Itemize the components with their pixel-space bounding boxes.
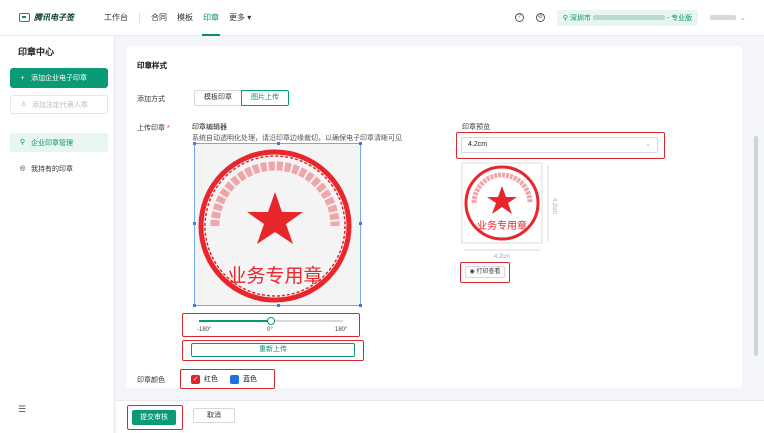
blue-label: 蓝色 [243, 376, 257, 383]
seal-form-card: 印章样式 添加方式 模板印章 图片上传 上传印章 * 印章编辑器 系统自动透明化… [126, 46, 742, 389]
blue-checkbox[interactable] [230, 374, 239, 384]
nav-contract[interactable]: 合同 [146, 0, 172, 36]
rotation-slider[interactable] [199, 317, 343, 325]
sidebar-item-my-seals[interactable]: ◎ 我持有的印章 [10, 159, 108, 178]
section-title: 印章样式 [137, 61, 167, 70]
main-content: 印章样式 添加方式 模板印章 图片上传 上传印章 * 印章编辑器 系统自动透明化… [116, 36, 764, 433]
upload-seal-label-text: 上传印章 [137, 125, 165, 132]
add-enterprise-seal-button[interactable]: + 添加企业电子印章 [10, 68, 108, 88]
rotation-slider-box: -180° 0° 180° [182, 313, 360, 337]
caret-down-icon: ▾ [247, 12, 252, 22]
scrollbar[interactable] [753, 36, 759, 391]
upload-seal-label: 上传印章 * [137, 123, 170, 133]
editor-title: 印章编辑器 [192, 124, 227, 131]
color-options-box: ✓ 红色 蓝色 [180, 369, 275, 389]
crop-handle[interactable] [277, 142, 280, 145]
crop-handle[interactable] [193, 304, 196, 307]
add-method-label: 添加方式 [137, 96, 165, 103]
reupload-box: 重新上传 [182, 340, 364, 361]
size-select-value: 4.2cm [468, 141, 488, 148]
slider-fill [199, 320, 271, 322]
add-enterprise-seal-label: 添加企业电子印章 [31, 75, 87, 82]
top-bar: 腾讯电子签 工作台 合同 模板 印章 更多 ▾ ? ⊘ ⚲ 深圳市 - 专业版 ⌄ [0, 0, 764, 36]
rotation-max-label: 180° [335, 327, 348, 333]
add-method-toggle: 模板印章 图片上传 [194, 90, 289, 106]
size-select[interactable]: 4.2cm ⌄ [461, 137, 658, 153]
user-name-redacted [710, 15, 737, 20]
seal-image: 业务专用章 [198, 149, 352, 303]
preview-title: 印章预览 [462, 124, 490, 131]
org-suffix: - 专业版 [666, 14, 693, 22]
org-icon: ⚲ [562, 14, 568, 22]
org-name-redacted [592, 15, 665, 20]
crop-handle[interactable] [359, 304, 362, 307]
compass-icon[interactable]: ⊘ [535, 13, 545, 22]
logo[interactable]: 腾讯电子签 [19, 12, 99, 23]
collapse-sidebar-icon[interactable]: ☰ [18, 404, 28, 415]
crop-handle[interactable] [359, 142, 362, 145]
user-menu[interactable]: ⌄ [710, 14, 746, 22]
submit-review-button[interactable]: 提交审核 [132, 410, 176, 425]
crop-handle[interactable] [193, 222, 196, 225]
footer-bar: 提交审核 取消 [116, 400, 764, 433]
print-preview-button[interactable]: ◉ 打印查看 [465, 266, 505, 278]
nav-divider [139, 12, 140, 23]
logo-text: 腾讯电子签 [34, 13, 74, 22]
crop-handle[interactable] [193, 142, 196, 145]
crop-handle[interactable] [277, 304, 280, 307]
sidebar-title: 印章中心 [18, 47, 55, 57]
preview-seal-text: 业务专用章 [477, 219, 527, 232]
main-nav: 工作台 合同 模板 印章 更多 ▾ [99, 0, 256, 36]
slider-knob[interactable] [267, 317, 275, 325]
cancel-button[interactable]: 取消 [193, 408, 235, 423]
plus-icon: + [20, 74, 25, 82]
chevron-down-icon: ⌄ [740, 14, 746, 22]
seal-color-label: 印章颜色 [137, 377, 165, 384]
sidebar-item-label: 我持有的印章 [31, 165, 73, 173]
nav-more-label: 更多 [229, 12, 245, 22]
editor-hint: 系统自动透明化处理，请沿印章边缘裁切，以确保电子印章清晰可见 [192, 135, 402, 142]
rotation-mid-label: 0° [267, 327, 273, 333]
print-label: 打印查看 [476, 269, 501, 275]
scrollbar-thumb[interactable] [754, 136, 758, 356]
eye-icon: ◉ [469, 269, 475, 275]
seal-editor-canvas[interactable]: 业务专用章 [193, 142, 362, 307]
template-seal-tab[interactable]: 模板印章 [194, 90, 242, 106]
reupload-button[interactable]: 重新上传 [191, 343, 355, 357]
image-upload-tab[interactable]: 图片上传 [241, 90, 289, 106]
print-box: ◉ 打印查看 [460, 262, 510, 283]
target-icon: ◎ [19, 165, 26, 172]
preview-height-label: 4.2cm [551, 198, 557, 214]
seal-bottom-text: 业务专用章 [227, 265, 322, 287]
preview-width-label: 4.2cm [494, 254, 510, 260]
nav-template[interactable]: 模板 [172, 0, 198, 36]
organization-switcher[interactable]: ⚲ 深圳市 - 专业版 [556, 9, 699, 26]
red-label: 红色 [204, 376, 218, 383]
add-legal-rep-label: 添加法定代表人章 [32, 101, 88, 109]
red-checkbox[interactable]: ✓ [191, 374, 200, 384]
sidebar: 印章中心 + 添加企业电子印章 ♙ 添加法定代表人章 ⚲ 企业印章管理 ◎ 我持… [0, 36, 115, 433]
logo-icon [19, 13, 30, 22]
person-icon: ♙ [20, 101, 27, 108]
nav-workbench[interactable]: 工作台 [99, 0, 133, 36]
crop-handle[interactable] [359, 222, 362, 225]
sidebar-item-enterprise-seals[interactable]: ⚲ 企业印章管理 [10, 133, 108, 152]
rotation-min-label: -180° [197, 327, 212, 333]
chevron-down-icon: ⌄ [645, 141, 651, 148]
submit-box: 提交审核 [127, 405, 183, 430]
org-prefix: 深圳市 [569, 14, 591, 22]
seal-preview: 业务专用章 4.2cm 4.2cm [461, 162, 557, 260]
help-icon[interactable]: ? [514, 13, 524, 22]
sidebar-item-label: 企业印章管理 [31, 139, 73, 147]
required-mark: * [166, 125, 170, 132]
nav-seal[interactable]: 印章 [198, 0, 224, 36]
seal-icon: ⚲ [19, 139, 26, 146]
size-select-box: 4.2cm ⌄ [456, 132, 665, 159]
nav-more[interactable]: 更多 ▾ [224, 0, 256, 36]
add-legal-rep-seal-button[interactable]: ♙ 添加法定代表人章 [10, 95, 108, 114]
